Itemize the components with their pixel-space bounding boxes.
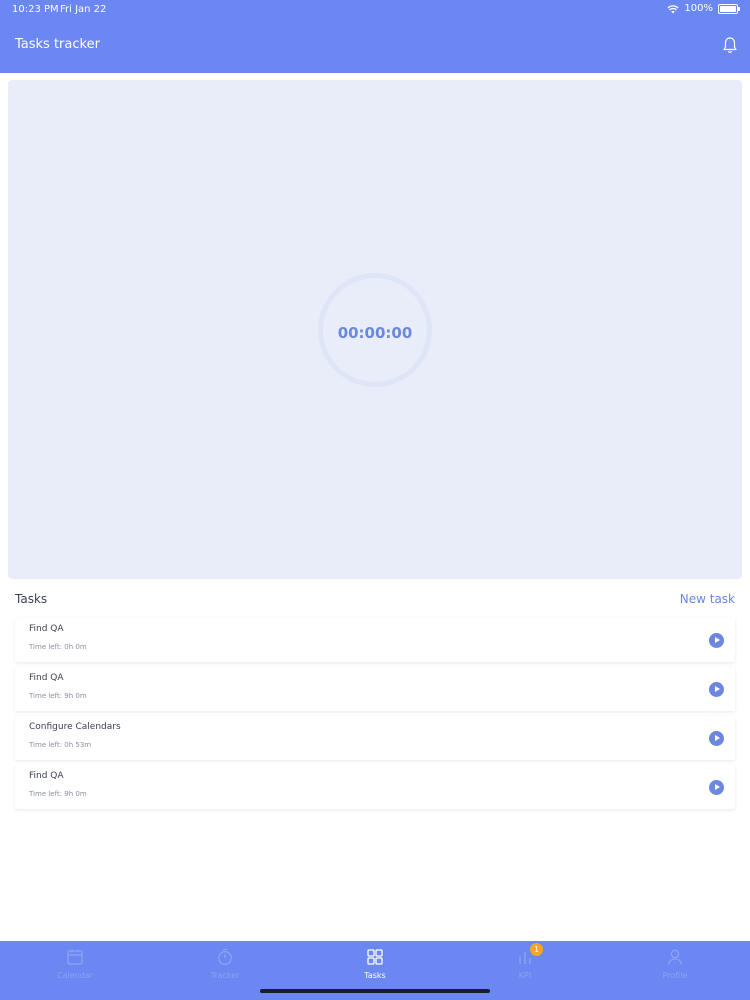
battery-percent: 100%	[684, 3, 713, 14]
new-task-button[interactable]: New task	[680, 592, 735, 606]
tasks-title: Tasks	[15, 592, 48, 606]
tab-label: KPI	[518, 971, 532, 980]
tab-profile[interactable]: Profile	[600, 941, 750, 1000]
battery-icon	[718, 3, 740, 14]
person-icon	[667, 949, 683, 965]
task-name: Configure Calendars	[29, 722, 121, 732]
task-time-left: Time left: 0h 0m	[29, 643, 87, 651]
calendar-icon	[67, 949, 83, 965]
task-name: Find QA	[29, 673, 64, 683]
task-item[interactable]: Find QA Time left: 9h 0m	[15, 765, 735, 809]
status-date: Fri Jan 22	[60, 4, 107, 15]
notification-badge: 1	[530, 943, 543, 956]
task-time-left: Time left: 0h 53m	[29, 741, 92, 749]
tab-label: Tasks	[364, 971, 386, 980]
status-time: 10:23 PM	[12, 4, 59, 15]
grid-icon	[367, 949, 383, 965]
tasks-header: Tasks New task	[15, 592, 735, 610]
task-name: Find QA	[29, 624, 64, 634]
status-right: 100%	[667, 3, 740, 14]
tab-label: Calendar	[57, 971, 93, 980]
status-bar: 10:23 PM Fri Jan 22 100%	[0, 0, 750, 20]
home-indicator	[260, 989, 490, 993]
task-item[interactable]: Find QA Time left: 0h 0m	[15, 618, 735, 662]
stopwatch-icon	[218, 948, 232, 965]
tab-label: Profile	[662, 971, 688, 980]
task-item[interactable]: Find QA Time left: 9h 0m	[15, 667, 735, 711]
bell-icon[interactable]	[722, 36, 738, 54]
top-bar: 10:23 PM Fri Jan 22 100% Tasks tracker	[0, 0, 750, 73]
wifi-icon	[667, 4, 679, 13]
task-time-left: Time left: 9h 0m	[29, 790, 87, 798]
task-item[interactable]: Configure Calendars Time left: 0h 53m	[15, 716, 735, 760]
page-title: Tasks tracker	[15, 37, 100, 52]
tab-calendar[interactable]: Calendar	[0, 941, 150, 1000]
task-list: Find QA Time left: 0h 0m Find QA Time le…	[15, 618, 735, 814]
task-name: Find QA	[29, 771, 64, 781]
task-time-left: Time left: 9h 0m	[29, 692, 87, 700]
play-icon[interactable]	[709, 731, 724, 746]
play-icon[interactable]	[709, 780, 724, 795]
timer-ring[interactable]: 00:00:00	[318, 273, 432, 387]
play-icon[interactable]	[709, 682, 724, 697]
timer-display: 00:00:00	[337, 324, 413, 342]
play-icon[interactable]	[709, 633, 724, 648]
timer-panel: 00:00:00	[8, 80, 742, 579]
tab-label: Tracker	[210, 971, 240, 980]
